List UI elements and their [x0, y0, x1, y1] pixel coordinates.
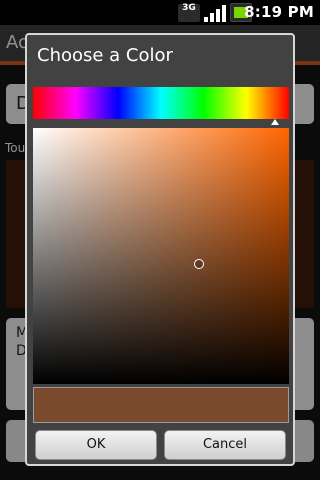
- status-bar: 3G 8:19 PM: [0, 0, 320, 25]
- color-preview: [33, 387, 289, 423]
- color-picker-dialog: Choose a Color OK Cancel: [25, 33, 295, 466]
- status-icons: 3G: [178, 3, 252, 22]
- status-time: 8:19 PM: [244, 3, 314, 21]
- hue-marker-icon[interactable]: [270, 119, 279, 125]
- signal-icon: [204, 4, 226, 22]
- ok-button[interactable]: OK: [35, 430, 157, 460]
- saturation-brightness-field[interactable]: [33, 128, 289, 384]
- cancel-button[interactable]: Cancel: [164, 430, 286, 460]
- hue-slider[interactable]: [33, 87, 289, 119]
- dialog-title: Choose a Color: [37, 45, 173, 66]
- 3g-icon: 3G: [178, 3, 200, 22]
